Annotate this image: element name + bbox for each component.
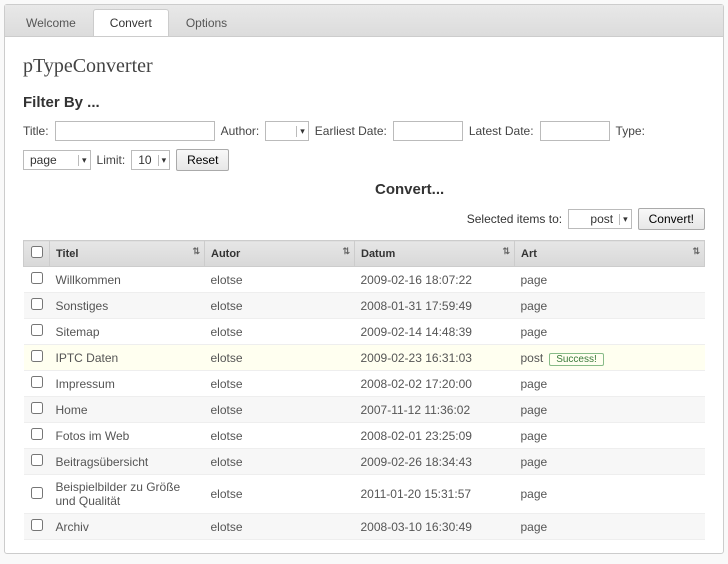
cell-datum: 2009-02-23 16:31:03 (355, 345, 515, 371)
select-all-checkbox[interactable] (31, 246, 43, 258)
row-checkbox[interactable] (31, 272, 43, 284)
author-label: Author: (221, 124, 260, 138)
limit-label: Limit: (97, 153, 126, 167)
type-select[interactable]: page▾ (23, 150, 91, 170)
cell-titel: Sitemap (50, 319, 205, 345)
chevron-down-icon: ▾ (296, 126, 308, 137)
sort-icon: ⇅ (502, 246, 510, 257)
filter-heading: Filter By ... (23, 94, 705, 111)
cell-autor: elotse (205, 267, 355, 293)
cell-autor: elotse (205, 514, 355, 540)
results-table: Titel⇅ Autor⇅ Datum⇅ Art⇅ Willkommenelot… (23, 240, 705, 540)
row-checkbox[interactable] (31, 298, 43, 310)
cell-titel: Fotos im Web (50, 423, 205, 449)
cell-titel: Sonstiges (50, 293, 205, 319)
cell-datum: 2008-03-10 16:30:49 (355, 514, 515, 540)
cell-titel: Home (50, 397, 205, 423)
earliest-label: Earliest Date: (315, 124, 387, 138)
title-input[interactable] (55, 121, 215, 141)
row-checkbox[interactable] (31, 519, 43, 531)
row-checkbox[interactable] (31, 454, 43, 466)
cell-autor: elotse (205, 423, 355, 449)
col-datum[interactable]: Datum⇅ (355, 241, 515, 267)
chevron-down-icon: ▾ (78, 155, 90, 166)
cell-art: page (515, 319, 705, 345)
cell-art: page (515, 267, 705, 293)
cell-autor: elotse (205, 397, 355, 423)
sort-icon: ⇅ (192, 246, 200, 257)
convert-to-label: Selected items to: (467, 212, 562, 226)
col-titel[interactable]: Titel⇅ (50, 241, 205, 267)
sort-icon: ⇅ (342, 246, 350, 257)
tab-bar: Welcome Convert Options (5, 5, 723, 37)
tab-welcome[interactable]: Welcome (9, 9, 93, 36)
latest-label: Latest Date: (469, 124, 534, 138)
table-row: Beitragsübersichtelotse2009-02-26 18:34:… (24, 449, 705, 475)
row-checkbox[interactable] (31, 376, 43, 388)
cell-titel: Beitragsübersicht (50, 449, 205, 475)
latest-input[interactable] (540, 121, 610, 141)
table-row: Beispielbilder zu Größe und Qualitätelot… (24, 475, 705, 514)
table-row: Willkommenelotse2009-02-16 18:07:22page (24, 267, 705, 293)
earliest-input[interactable] (393, 121, 463, 141)
cell-titel: Beispielbilder zu Größe und Qualität (50, 475, 205, 514)
chevron-down-icon: ▾ (158, 155, 170, 166)
cell-datum: 2008-02-01 23:25:09 (355, 423, 515, 449)
table-row: Sitemapelotse2009-02-14 14:48:39page (24, 319, 705, 345)
title-label: Title: (23, 124, 49, 138)
cell-datum: 2009-02-26 18:34:43 (355, 449, 515, 475)
table-row: Impressumelotse2008-02-02 17:20:00page (24, 371, 705, 397)
cell-datum: 2008-01-31 17:59:49 (355, 293, 515, 319)
tab-convert[interactable]: Convert (93, 9, 169, 36)
cell-datum: 2009-02-16 18:07:22 (355, 267, 515, 293)
cell-titel: Willkommen (50, 267, 205, 293)
sort-icon: ⇅ (692, 246, 700, 257)
table-row: Archivelotse2008-03-10 16:30:49page (24, 514, 705, 540)
select-all-header (24, 241, 50, 267)
cell-datum: 2009-02-14 14:48:39 (355, 319, 515, 345)
cell-titel: Archiv (50, 514, 205, 540)
row-checkbox[interactable] (31, 350, 43, 362)
cell-art: page (515, 449, 705, 475)
cell-datum: 2008-02-02 17:20:00 (355, 371, 515, 397)
cell-datum: 2011-01-20 15:31:57 (355, 475, 515, 514)
cell-art: page (515, 475, 705, 514)
cell-autor: elotse (205, 345, 355, 371)
cell-art: page (515, 423, 705, 449)
table-row: Sonstigeselotse2008-01-31 17:59:49page (24, 293, 705, 319)
cell-art: postSuccess! (515, 345, 705, 371)
row-checkbox[interactable] (31, 428, 43, 440)
cell-autor: elotse (205, 475, 355, 514)
reset-button[interactable]: Reset (176, 149, 229, 171)
convert-heading: Convert... (375, 181, 705, 198)
page-title: pTypeConverter (23, 55, 705, 78)
row-checkbox[interactable] (31, 402, 43, 414)
cell-art: page (515, 514, 705, 540)
row-checkbox[interactable] (31, 324, 43, 336)
tab-options[interactable]: Options (169, 9, 244, 36)
limit-select[interactable]: 10▾ (131, 150, 170, 170)
success-badge: Success! (549, 353, 604, 366)
cell-art: page (515, 397, 705, 423)
col-autor[interactable]: Autor⇅ (205, 241, 355, 267)
convert-button[interactable]: Convert! (638, 208, 705, 230)
cell-titel: IPTC Daten (50, 345, 205, 371)
cell-art: page (515, 371, 705, 397)
table-row: Fotos im Webelotse2008-02-01 23:25:09pag… (24, 423, 705, 449)
convert-to-select[interactable]: post▾ (568, 209, 632, 229)
col-art[interactable]: Art⇅ (515, 241, 705, 267)
cell-autor: elotse (205, 449, 355, 475)
cell-autor: elotse (205, 293, 355, 319)
cell-titel: Impressum (50, 371, 205, 397)
author-select[interactable]: ▾ (265, 121, 309, 141)
table-row: Homeelotse2007-11-12 11:36:02page (24, 397, 705, 423)
cell-datum: 2007-11-12 11:36:02 (355, 397, 515, 423)
type-label: Type: (616, 124, 645, 138)
cell-autor: elotse (205, 319, 355, 345)
table-row: IPTC Datenelotse2009-02-23 16:31:03postS… (24, 345, 705, 371)
cell-art: page (515, 293, 705, 319)
cell-autor: elotse (205, 371, 355, 397)
row-checkbox[interactable] (31, 487, 43, 499)
chevron-down-icon: ▾ (619, 214, 631, 225)
